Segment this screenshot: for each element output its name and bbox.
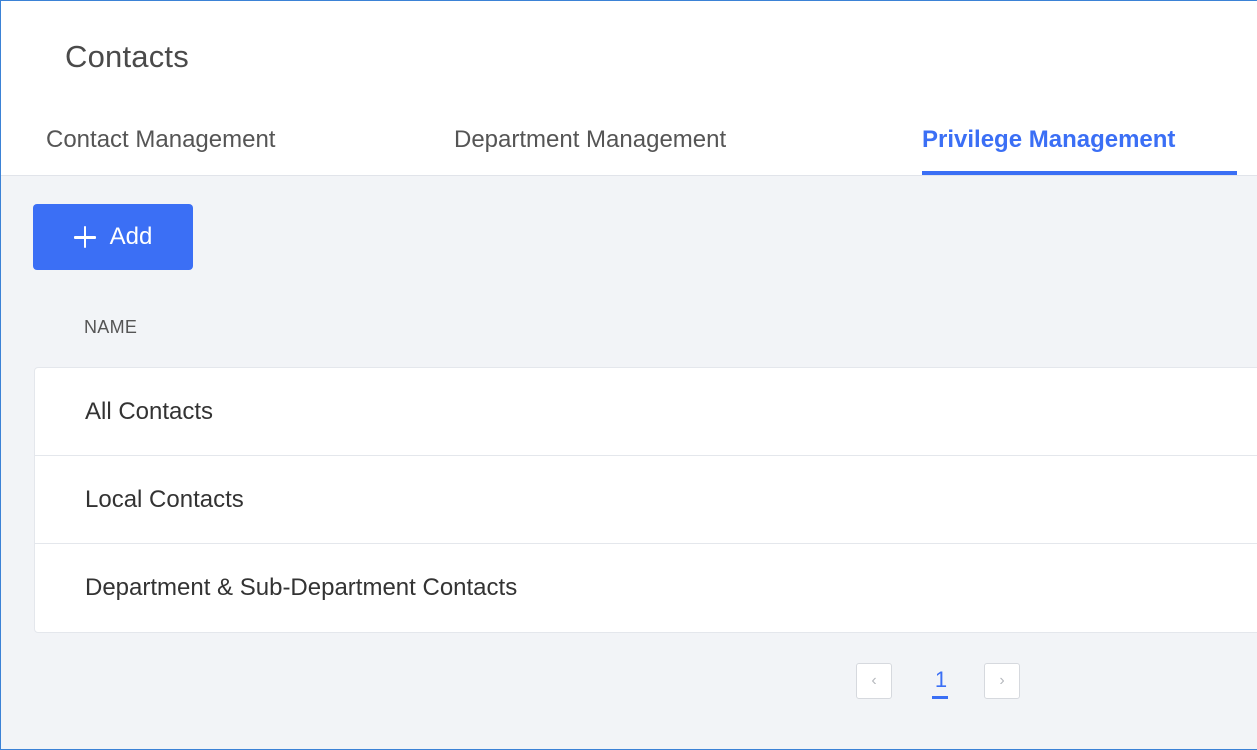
- app-window: Contacts Contact Management Department M…: [0, 0, 1257, 750]
- current-page-indicator: [932, 696, 948, 699]
- tab-privilege-management[interactable]: Privilege Management: [922, 126, 1175, 154]
- privilege-table: All Contacts Local Contacts Department &…: [34, 367, 1257, 633]
- active-tab-indicator: [922, 171, 1237, 175]
- tab-contact-management[interactable]: Contact Management: [46, 126, 275, 154]
- table-row[interactable]: Local Contacts: [35, 456, 1257, 544]
- page-header: Contacts Contact Management Department M…: [1, 1, 1257, 176]
- pagination-next-button[interactable]: ›: [984, 663, 1020, 699]
- table-row[interactable]: Department & Sub-Department Contacts: [35, 544, 1257, 632]
- page-title: Contacts: [65, 39, 189, 74]
- pagination-prev-button[interactable]: ‹: [856, 663, 892, 699]
- chevron-left-icon: ‹: [871, 672, 877, 689]
- chevron-right-icon: ›: [999, 672, 1005, 689]
- add-button-label: Add: [109, 223, 153, 250]
- table-row[interactable]: All Contacts: [35, 368, 1257, 456]
- tab-department-management[interactable]: Department Management: [454, 126, 726, 154]
- add-button[interactable]: Add: [33, 204, 193, 270]
- row-name: Department & Sub-Department Contacts: [85, 574, 518, 601]
- column-header-name[interactable]: NAME: [84, 317, 137, 338]
- plus-icon: [73, 226, 96, 248]
- row-name: Local Contacts: [85, 485, 244, 513]
- row-name: All Contacts: [85, 397, 214, 425]
